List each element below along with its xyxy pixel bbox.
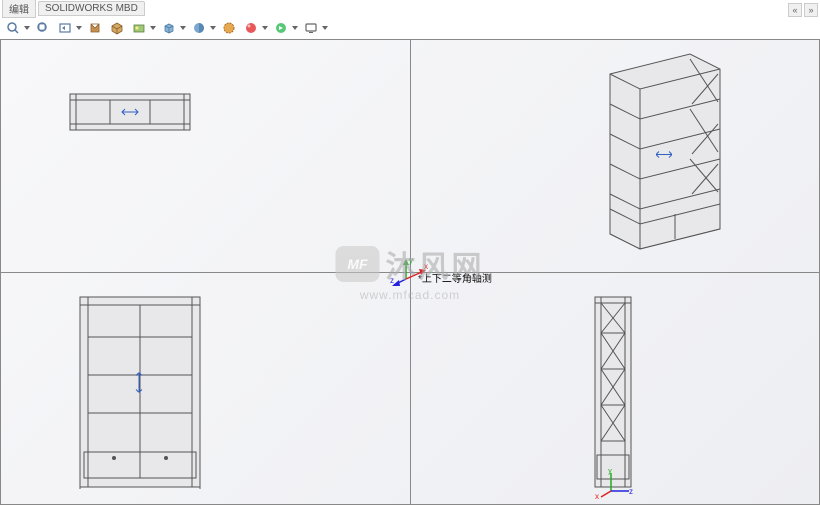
- display-style-icon[interactable]: [108, 19, 126, 37]
- shaded-icon[interactable]: [190, 19, 208, 37]
- dropdown-icon[interactable]: [150, 19, 156, 37]
- nav-prev[interactable]: «: [788, 3, 802, 17]
- dropdown-icon[interactable]: [262, 19, 268, 37]
- viewport-side[interactable]: y z x: [410, 272, 820, 505]
- toolbar: [4, 17, 328, 39]
- view-orientation-label: *上下二等角轴测: [418, 270, 492, 285]
- section-view-icon[interactable]: [86, 19, 104, 37]
- axis-z: z: [629, 487, 633, 496]
- axis-y: y: [608, 469, 612, 475]
- dropdown-icon[interactable]: [180, 19, 186, 37]
- prev-view-icon[interactable]: [56, 19, 74, 37]
- dropdown-icon[interactable]: [292, 19, 298, 37]
- zoom-window-icon[interactable]: [4, 19, 22, 37]
- dropdown-icon[interactable]: [24, 19, 30, 37]
- dropdown-icon[interactable]: [76, 19, 82, 37]
- axis-x: x: [595, 492, 599, 499]
- nav-next[interactable]: »: [804, 3, 818, 17]
- appearance-icon[interactable]: [242, 19, 260, 37]
- viewport[interactable]: yzx yxz *上下二等角轴测 MF 沐风网 www.mfcad.com: [0, 39, 820, 505]
- zoom-fit-icon[interactable]: [34, 19, 52, 37]
- triad-icon: y z x: [595, 469, 635, 499]
- svg-text:y: y: [409, 257, 413, 265]
- tab-mbd[interactable]: SOLIDWORKS MBD: [38, 1, 145, 16]
- render-icon[interactable]: [272, 19, 290, 37]
- dropdown-icon[interactable]: [210, 19, 216, 37]
- hidden-lines-icon[interactable]: [220, 19, 238, 37]
- svg-text:z: z: [390, 276, 394, 285]
- viewport-isometric[interactable]: [410, 39, 820, 272]
- dropdown-icon[interactable]: [322, 19, 328, 37]
- view-cube-icon[interactable]: [160, 19, 178, 37]
- screen-icon[interactable]: [302, 19, 320, 37]
- scene-icon[interactable]: [130, 19, 148, 37]
- tab-edit[interactable]: 编辑: [2, 0, 36, 18]
- viewport-top[interactable]: [0, 39, 410, 272]
- viewport-front[interactable]: [0, 272, 410, 505]
